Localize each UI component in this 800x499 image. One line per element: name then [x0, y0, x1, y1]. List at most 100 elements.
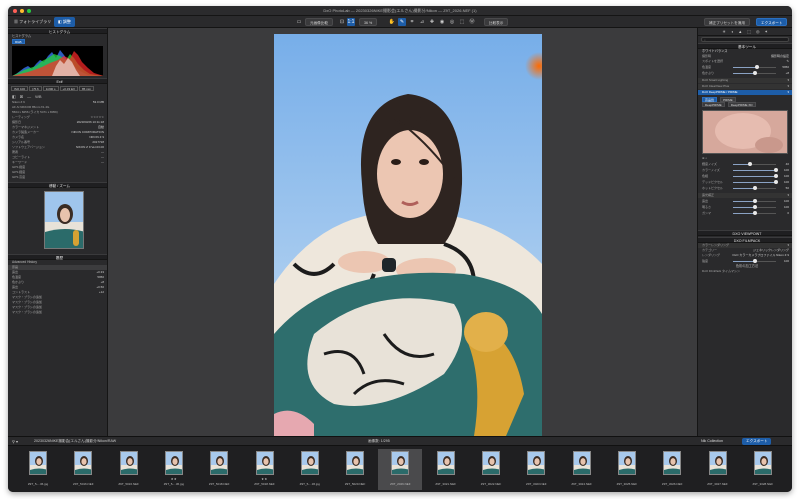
filmstrip-thumbnail[interactable]: Z9T_3027.NEF: [696, 449, 740, 490]
adjust-slider[interactable]: ホットピクセル 50: [698, 185, 792, 191]
exposure-mode-icon: ⊠: [19, 93, 24, 99]
filmstrip-thumbnail[interactable]: Z9T_5-...36.jpg: [288, 449, 332, 490]
filmstrip-thumbnail[interactable]: Z9T_3028.NEF: [741, 449, 785, 490]
rendering-select[interactable]: DxO カラーカメラプロファイル Nikon Z 9: [732, 253, 789, 258]
fit-icon[interactable]: ⊡: [338, 18, 346, 26]
denoise-mode-deepprime[interactable]: DeepPRIME: [702, 102, 725, 107]
slider-knob[interactable]: [774, 180, 778, 184]
effects-tab-icon[interactable]: ✶: [764, 29, 767, 34]
before-after-button[interactable]: 比較表示: [484, 18, 509, 26]
white-balance-picker-icon[interactable]: ✎: [398, 18, 406, 26]
filmstrip-thumbnail[interactable]: Z9T_3021.NEF: [424, 449, 468, 490]
filmstrip-thumbnail[interactable]: Z9T_5020.NEF: [333, 449, 377, 490]
slider-knob[interactable]: [752, 199, 757, 203]
color-tab-icon[interactable]: ◑: [731, 29, 733, 34]
geometry-tab-icon[interactable]: ⬚: [747, 29, 751, 34]
hand-tool-icon[interactable]: ✋: [388, 18, 396, 26]
slider-track[interactable]: [733, 205, 776, 209]
local-adjust-icon[interactable]: ◉: [438, 18, 446, 26]
filmstrip-thumbnail[interactable]: Z9T_5018.NEF: [197, 449, 241, 490]
zoom-1to1-button[interactable]: 1:1: [347, 18, 355, 26]
left-panel: ヒストグラム ヒストグラム RGB Exif ISO 100 ƒ/5.6 1/200…: [8, 28, 108, 436]
filmstrip-thumbnail[interactable]: Z9T_3023.NEF: [514, 449, 558, 490]
histogram-panel-header[interactable]: ヒストグラム: [8, 28, 107, 34]
filmstrip-thumbnail[interactable]: Z9T_5-...36.jpg: [16, 449, 60, 490]
filmstrip: Z9T_5-...36.jpg Z9T_5016.NEF Z9T_5016.NE…: [8, 446, 792, 492]
red-eye-icon[interactable]: ◎: [448, 18, 456, 26]
repair-icon[interactable]: ✚: [428, 18, 436, 26]
horizon-icon[interactable]: ⊿: [418, 18, 426, 26]
tab-customize[interactable]: ◧ 調整: [54, 17, 75, 27]
slider-track[interactable]: [733, 174, 778, 178]
thumbnail-filename: Z9T_5016.NEF: [73, 482, 94, 486]
detail-tab-icon[interactable]: ▲: [738, 29, 742, 34]
rgb-channel-button[interactable]: RGB: [12, 39, 25, 44]
slider-knob[interactable]: [752, 259, 757, 263]
eyedropper-icon[interactable]: ✎: [786, 59, 789, 64]
slider-track[interactable]: [733, 71, 776, 75]
slider-track[interactable]: [733, 186, 776, 190]
main-photo[interactable]: [274, 34, 542, 436]
thumbnail-filename: Z9T_3028.NEF: [752, 482, 774, 486]
slider-knob[interactable]: [752, 211, 757, 215]
thumbnail-image: [29, 451, 47, 475]
slider-knob[interactable]: [753, 71, 758, 75]
slider-track[interactable]: [733, 211, 776, 215]
perspective-icon[interactable]: ⬚: [458, 18, 466, 26]
image-viewer[interactable]: [108, 28, 697, 436]
slider-knob[interactable]: [748, 162, 753, 166]
clearview-header[interactable]: DxO ClearView Plus ▾: [698, 84, 792, 89]
filmstrip-thumbnail[interactable]: Z9T_3026.NEF: [650, 449, 694, 490]
denoise-mode-row: 高品質 PRIME DeepPRIME DeepPRIME XD: [698, 95, 792, 108]
compare-original-button[interactable]: 元画像比較: [305, 18, 333, 26]
slider-knob[interactable]: [774, 168, 778, 172]
smart-lighting-header[interactable]: DxO Smart Lighting ▾: [698, 78, 792, 83]
slider-track[interactable]: [733, 259, 776, 263]
filmpack-timemachine-row[interactable]: DxO FilmPack タイムマシン: [698, 269, 792, 274]
denoise-mode-deepprime-xd[interactable]: DeepPRIME XD: [727, 102, 756, 107]
filmstrip-thumbnail[interactable]: Z9T_5016.NEF: [107, 449, 151, 490]
filmpack-header[interactable]: DXO FILMPACK: [698, 237, 792, 243]
adjust-slider[interactable]: 色かぶり +8: [698, 70, 792, 76]
crop-icon[interactable]: ⌗: [408, 18, 416, 26]
tab-photo-library[interactable]: ▦ フォトライブラリ: [10, 17, 55, 27]
history-panel-header[interactable]: 履歴: [8, 254, 107, 260]
filmstrip-thumbnail[interactable]: ★★ Z9T_5018.NEF: [243, 449, 287, 490]
nik-collection-button[interactable]: Nik Collection: [698, 438, 726, 445]
essential-tools-header[interactable]: 基本ツール: [698, 43, 792, 49]
export-button[interactable]: エクスポート: [756, 18, 788, 26]
adjust-slider[interactable]: ガンマ 0: [698, 210, 792, 216]
viewpoint-header[interactable]: DXO VIEWPOINT: [698, 230, 792, 236]
navigator-preview[interactable]: [8, 188, 107, 252]
filmstrip-thumbnail[interactable]: Z9T_5016.NEF: [61, 449, 105, 490]
slider-knob[interactable]: [774, 174, 778, 178]
denoise-preview[interactable]: [702, 110, 788, 154]
filter-icon[interactable]: ⚲ ▾: [12, 439, 18, 444]
filmstrip-thumbnail[interactable]: Z9T_3025.NEF: [605, 449, 649, 490]
filmstrip-thumbnail[interactable]: Z9T_3022.NEF: [469, 449, 513, 490]
title-bar: DxO PhotoLab — 20230326NIKE撮影会(エルさん)撮影分/…: [8, 6, 792, 16]
zoom-level-select[interactable]: 36 %: [359, 18, 378, 26]
exif-panel-header[interactable]: Exif: [8, 78, 107, 84]
search-input[interactable]: ⌕: [701, 37, 789, 42]
slider-knob[interactable]: [752, 205, 757, 209]
history-item[interactable]: マスク・ブラシの追加: [8, 310, 107, 315]
slider-track[interactable]: [733, 180, 778, 184]
filmstrip-thumbnail[interactable]: Z9T_3024.NEF: [560, 449, 604, 490]
denoise-sliders: 輝度ノイズ 40 カラーノイズ 100 色相 100 デッドピクセル 100 ホットピク…: [698, 161, 792, 191]
filmstrip-thumbnail[interactable]: Z9T_2026.NEF: [378, 449, 423, 490]
export-bottom-button[interactable]: エクスポート: [742, 438, 772, 445]
image-count: 画像数: 1/295: [368, 439, 390, 443]
display-icon[interactable]: ▭: [295, 18, 303, 26]
watermark-icon[interactable]: Ⓦ: [468, 18, 476, 26]
slider-track[interactable]: [733, 199, 776, 203]
slider-track[interactable]: [733, 168, 778, 172]
slider-track[interactable]: [733, 65, 776, 69]
slider-knob[interactable]: [752, 186, 757, 190]
slider-knob[interactable]: [754, 65, 759, 69]
light-tab-icon[interactable]: ☀: [722, 29, 726, 34]
apply-preset-button[interactable]: 補正プリセットを適用: [704, 18, 750, 26]
filmstrip-thumbnail[interactable]: ★★ Z9T_5-...36.jpg: [152, 449, 196, 490]
local-tab-icon[interactable]: ◎: [756, 29, 760, 34]
slider-track[interactable]: [733, 162, 776, 166]
